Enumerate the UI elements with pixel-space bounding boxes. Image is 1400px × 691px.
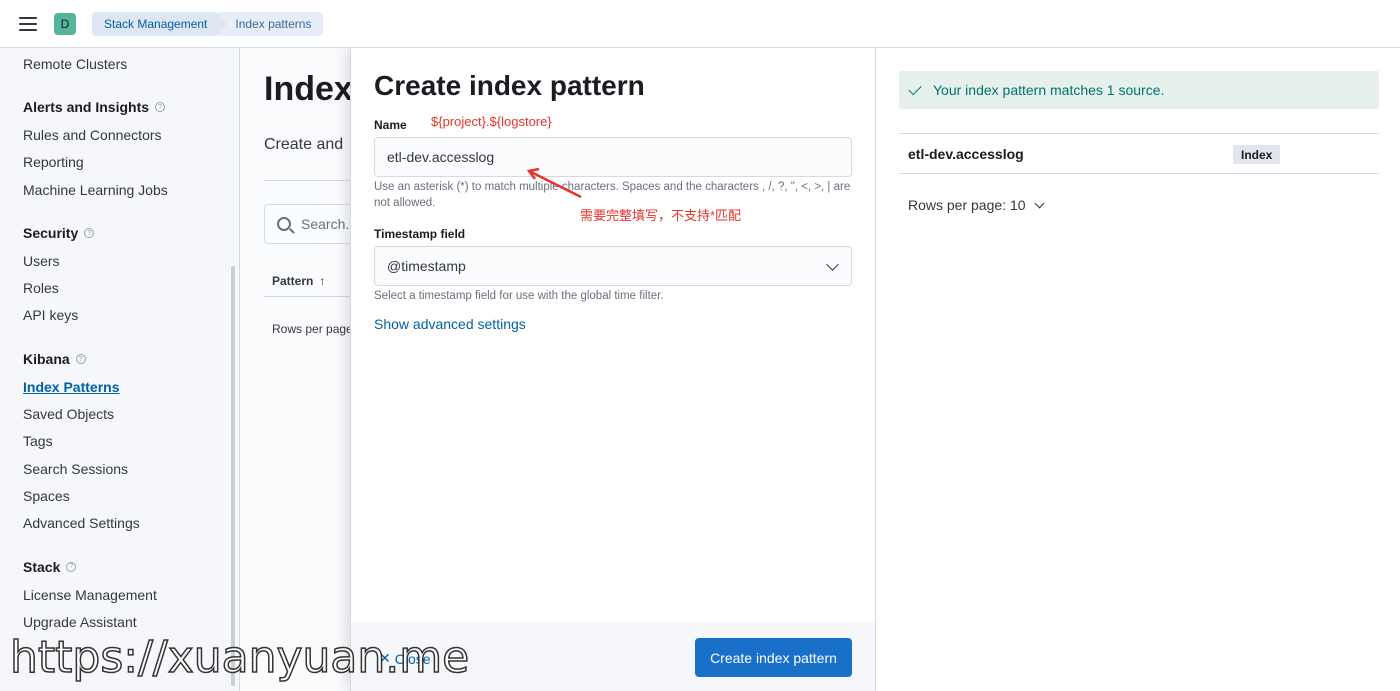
flyout-preview-panel: Your index pattern matches 1 source. etl… (876, 48, 1400, 691)
chevron-down-icon (1034, 198, 1044, 208)
sidebar-group-kibana: Kibana ? (23, 351, 239, 367)
management-sidebar: Remote Clusters Alerts and Insights ? Ru… (0, 48, 240, 691)
space-avatar[interactable]: D (54, 12, 76, 35)
create-index-pattern-button[interactable]: Create index pattern (695, 638, 852, 677)
flyout-title: Create index pattern (374, 70, 645, 101)
flyout-form-panel: Create index pattern Name ${project}.${l… (351, 48, 876, 691)
divider (899, 133, 1379, 134)
table-row-name: etl-dev.accesslog (908, 146, 1024, 162)
match-callout: Your index pattern matches 1 source. (899, 71, 1379, 109)
sidebar-item-spaces[interactable]: Spaces (23, 482, 239, 509)
hamburger-menu-icon[interactable] (16, 12, 40, 36)
sidebar-item-advanced-settings[interactable]: Advanced Settings (23, 510, 239, 537)
sidebar-item-saved-objects[interactable]: Saved Objects (23, 400, 239, 427)
sidebar-item-api-keys[interactable]: API keys (23, 302, 239, 329)
sidebar-item-index-patterns[interactable]: Index Patterns (23, 373, 239, 400)
sidebar-item-users[interactable]: Users (23, 247, 239, 274)
chevron-down-icon (826, 258, 839, 271)
page-title: Index (264, 70, 353, 108)
callout-text: Your index pattern matches 1 source. (933, 82, 1165, 98)
name-annotation: ${project}.${logstore} (431, 114, 552, 129)
sidebar-group-security: Security ? (23, 225, 239, 241)
search-icon (277, 217, 291, 231)
page-description: Create and (264, 136, 344, 153)
divider (899, 173, 1379, 174)
column-header-pattern[interactable]: Pattern ↑ (272, 274, 325, 288)
sidebar-group-title: Stack (23, 558, 61, 575)
annotation-arrow-icon (526, 167, 582, 199)
sidebar-item-roles[interactable]: Roles (23, 274, 239, 301)
timestamp-label: Timestamp field (374, 227, 466, 241)
name-field-value: etl-dev.accesslog (387, 149, 495, 165)
sidebar-group-title: Security (23, 225, 79, 242)
create-index-pattern-flyout: Create index pattern Name ${project}.${l… (350, 48, 1400, 691)
info-icon: ? (66, 561, 77, 572)
top-header: D Stack Management Index patterns (0, 0, 1400, 48)
check-icon (908, 81, 922, 96)
info-icon: ? (155, 102, 166, 113)
rows-per-page-button[interactable]: Rows per page: 10 (908, 197, 1044, 213)
sidebar-item-tags[interactable]: Tags (23, 428, 239, 455)
sidebar-item-rules-connectors[interactable]: Rules and Connectors (23, 121, 239, 148)
info-icon: ? (84, 228, 95, 239)
sort-up-icon: ↑ (319, 274, 326, 288)
rows-per-page-label: Rows per page: 10 (908, 197, 1026, 213)
timestamp-value: @timestamp (387, 258, 466, 274)
watermark-text: https://xuanyuan.me (9, 631, 470, 684)
breadcrumb: Stack Management Index patterns (92, 11, 324, 36)
sidebar-scrollbar[interactable] (231, 266, 235, 686)
info-icon: ? (75, 354, 86, 365)
sidebar-group-alerts: Alerts and Insights ? (23, 99, 239, 115)
sidebar-item-license-management[interactable]: License Management (23, 581, 239, 608)
timestamp-select[interactable]: @timestamp (374, 246, 852, 286)
breadcrumb-index-patterns: Index patterns (219, 11, 324, 36)
timestamp-help-text: Select a timestamp field for use with th… (374, 290, 664, 302)
show-advanced-settings-link[interactable]: Show advanced settings (374, 316, 526, 332)
name-label: Name (374, 118, 407, 132)
search-placeholder: Search... (301, 216, 358, 232)
name-note: 需要完整填写，不支持*匹配 (580, 208, 742, 223)
sidebar-item-reporting[interactable]: Reporting (23, 149, 239, 176)
breadcrumb-stack-management[interactable]: Stack Management (92, 11, 228, 36)
sidebar-item-remote-clusters[interactable]: Remote Clusters (23, 50, 239, 77)
column-label: Pattern (272, 274, 314, 288)
sidebar-group-title: Kibana (23, 351, 70, 368)
sidebar-group-title: Alerts and Insights (23, 99, 150, 116)
name-field[interactable]: etl-dev.accesslog (374, 137, 852, 177)
sidebar-item-ml-jobs[interactable]: Machine Learning Jobs (23, 176, 239, 203)
sidebar-group-stack: Stack ? (23, 559, 239, 575)
index-type-badge: Index (1233, 145, 1281, 164)
sidebar-item-search-sessions[interactable]: Search Sessions (23, 455, 239, 482)
rows-per-page[interactable]: Rows per page (272, 322, 353, 336)
